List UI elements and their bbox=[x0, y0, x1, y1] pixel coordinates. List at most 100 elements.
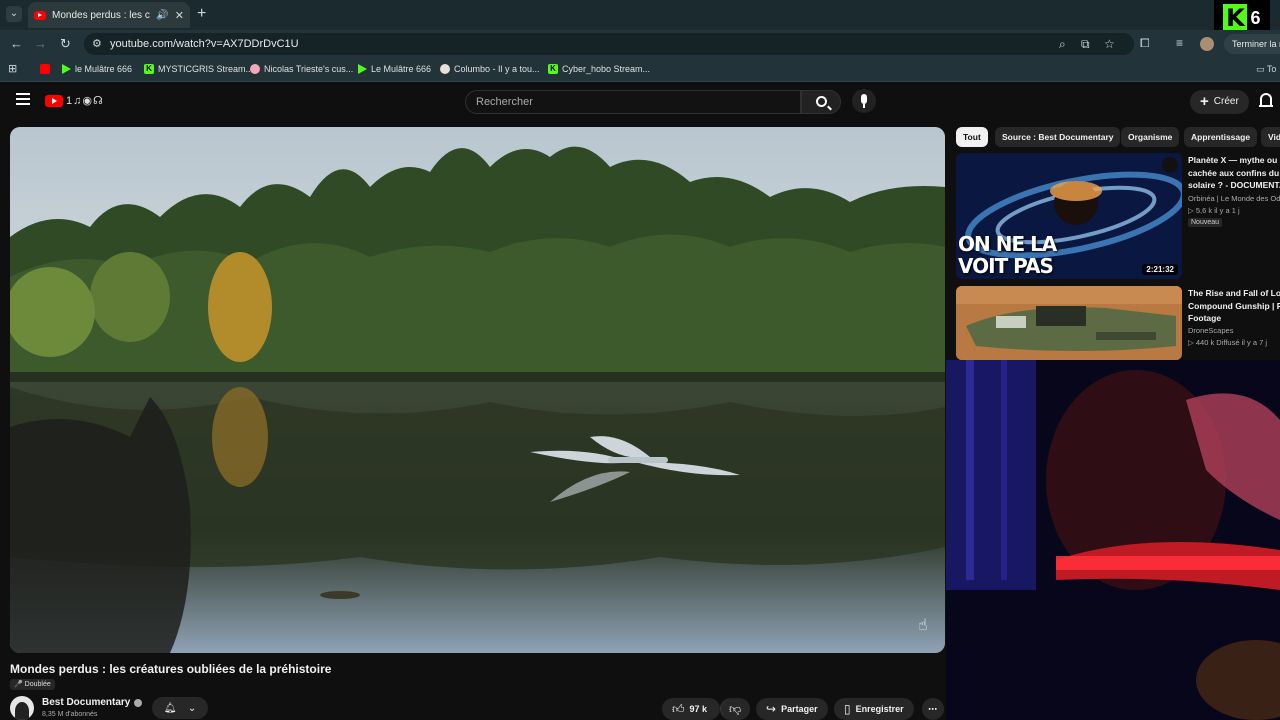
youtube-icon bbox=[40, 64, 50, 74]
site-info-icon[interactable]: ⚙ bbox=[92, 37, 102, 50]
install-app-icon[interactable]: ⧉ bbox=[1081, 37, 1090, 52]
bookmark-star-icon[interactable]: ☆ bbox=[1104, 37, 1115, 51]
subscriber-count: 8,35 M d'abonnés bbox=[42, 711, 98, 718]
browser-tab-bar: ⌄ Mondes perdus : les créatures oubliées… bbox=[0, 0, 1280, 36]
chip-video[interactable]: Vid bbox=[1261, 127, 1280, 147]
new-badge: Nouveau bbox=[1188, 218, 1223, 227]
notifications-bell-icon[interactable] bbox=[1259, 93, 1273, 107]
thumbnail-text-line-1: ON NE LA bbox=[958, 232, 1057, 256]
like-button[interactable]: 👍︎ 97 k bbox=[662, 698, 720, 720]
circle-icon bbox=[440, 64, 450, 74]
bookmarks-folder[interactable]: ▭ To bbox=[1256, 64, 1276, 75]
thumbs-up-icon: 👍︎ bbox=[672, 701, 685, 716]
rec1-title-line-3: solaire ? - DOCUMENTA bbox=[1188, 180, 1280, 190]
youtube-doodle-icon[interactable]: 1♫◉☊ bbox=[66, 94, 104, 107]
bookmark-label: Columbo - Il y a tou... bbox=[454, 64, 540, 74]
speaker-icon[interactable]: 🔊 bbox=[156, 10, 168, 21]
channel-name-text: Best Documentary bbox=[42, 697, 131, 708]
play-icon bbox=[358, 64, 367, 74]
dislike-button[interactable]: 👎︎ bbox=[720, 698, 750, 720]
search-input[interactable]: Rechercher bbox=[465, 90, 801, 114]
bookmark-item[interactable]: le Mulâtre 666 bbox=[62, 64, 132, 74]
bookmark-item[interactable]: K MYSTICGRIS Stream... bbox=[144, 64, 253, 74]
bookmark-item[interactable]: Nicolas Trieste's cus... bbox=[250, 64, 353, 74]
reload-icon[interactable]: ↻ bbox=[60, 36, 71, 52]
more-actions-button[interactable]: ⋯ bbox=[922, 698, 944, 720]
create-button[interactable]: + Créer bbox=[1190, 90, 1249, 114]
bookmark-icon: ▯ bbox=[844, 702, 851, 716]
share-button[interactable]: ↪ Partager bbox=[756, 698, 828, 720]
profile-avatar[interactable] bbox=[1200, 37, 1214, 51]
address-bar[interactable]: ⚙ youtube.com/watch?v=AX7DDrDvC1U ⌕ ⧉ ☆ bbox=[84, 33, 1134, 55]
channel-avatar[interactable] bbox=[10, 696, 34, 720]
search-button[interactable] bbox=[801, 90, 841, 114]
hand-cursor-icon: ☝ bbox=[918, 617, 928, 634]
more-dots-icon: ⋯ bbox=[928, 703, 937, 714]
video-frame-image bbox=[10, 127, 945, 653]
recommendation-channel-2[interactable]: DroneScapes bbox=[1188, 326, 1280, 335]
share-label: Partager bbox=[781, 704, 818, 714]
bookmark-item[interactable]: Columbo - Il y a tou... bbox=[440, 64, 540, 74]
chip-source-best-documentary[interactable]: Source : Best Documentary bbox=[995, 127, 1121, 147]
recommendation-title-2[interactable]: The Rise and Fall of Loc Compound Gunshi… bbox=[1188, 287, 1280, 325]
browser-tab-active[interactable]: Mondes perdus : les créatures oubliées d… bbox=[28, 2, 190, 28]
zoom-icon[interactable]: ⌕ bbox=[1059, 37, 1066, 52]
recommendation-stats-2: ▷ 440 k Diffusé il y a 7 j bbox=[1188, 338, 1267, 347]
dubbed-label: Doublée bbox=[24, 681, 51, 688]
recommendation-thumbnail-2[interactable] bbox=[956, 286, 1182, 360]
forward-arrow-icon[interactable]: → bbox=[34, 36, 47, 51]
youtube-logo-icon[interactable] bbox=[45, 95, 63, 107]
youtube-favicon-icon bbox=[34, 10, 46, 20]
thumbs-down-icon: 👎︎ bbox=[729, 701, 742, 716]
video-player[interactable]: ☝ bbox=[10, 127, 945, 653]
webcam-overlay bbox=[946, 360, 1280, 720]
tab-search-chevron-icon[interactable]: ⌄ bbox=[6, 6, 22, 22]
gunship-thumbnail-image bbox=[956, 286, 1182, 360]
back-arrow-icon[interactable]: ← bbox=[10, 36, 23, 51]
browser-toolbar: ← → ↻ ⚙ youtube.com/watch?v=AX7DDrDvC1U … bbox=[0, 30, 1280, 58]
video-title: Mondes perdus : les créatures oubliées d… bbox=[10, 662, 332, 676]
new-tab-plus-icon[interactable]: + bbox=[197, 5, 206, 23]
dubbed-badge: 🎤 Doublée bbox=[10, 679, 55, 690]
media-control-icon[interactable]: ≡ bbox=[1176, 36, 1183, 50]
chevron-down-icon: ⌄ bbox=[187, 702, 197, 714]
kick-logo-icon: K bbox=[1223, 4, 1248, 32]
youtube-masthead: 1♫◉☊ Rechercher + Créer bbox=[0, 83, 1280, 121]
close-tab-icon[interactable]: ✕ bbox=[175, 9, 184, 22]
like-count: 97 k bbox=[689, 704, 708, 714]
chip-apprentissage[interactable]: Apprentissage bbox=[1184, 127, 1258, 147]
recommendation-thumbnail-1[interactable]: ON NE LA VOIT PAS 2:21:32 bbox=[956, 153, 1182, 279]
thumbnail-overlay-text: ON NE LA VOIT PAS bbox=[958, 232, 1057, 278]
bookmark-item[interactable]: Le Mulâtre 666 bbox=[358, 64, 431, 74]
share-arrow-icon: ↪ bbox=[766, 702, 777, 716]
kick-icon: K bbox=[548, 64, 558, 74]
extensions-puzzle-icon[interactable]: ⧠ bbox=[1140, 36, 1150, 51]
bookmarks-folder-label: To bbox=[1266, 64, 1277, 74]
bookmark-label: Le Mulâtre 666 bbox=[371, 64, 432, 74]
screen: ⌄ Mondes perdus : les créatures oubliées… bbox=[0, 0, 1280, 720]
save-button[interactable]: ▯ Enregistrer bbox=[834, 698, 914, 720]
rec1-title-line-2: cachée aux confins du s bbox=[1188, 167, 1280, 178]
recommendation-channel-1[interactable]: Orbinéa | Le Monde des Ody bbox=[1188, 194, 1280, 203]
menu-hamburger-icon[interactable] bbox=[16, 93, 30, 105]
subscription-bell-button[interactable]: 🔔︎ ⌄ bbox=[152, 697, 208, 719]
bookmark-item[interactable] bbox=[40, 64, 50, 74]
webcam-feed-image bbox=[946, 360, 1280, 720]
rec2-title-line-1: The Rise and Fall of Loc bbox=[1188, 288, 1280, 298]
recommendation-title-1[interactable]: Planète X — mythe ou ré cachée aux confi… bbox=[1188, 154, 1280, 192]
play-icon bbox=[62, 64, 71, 74]
bookmark-item[interactable]: K Cyber_hobo Stream... bbox=[548, 64, 650, 74]
bookmark-label: MYSTICGRIS Stream... bbox=[158, 64, 254, 74]
profile-menu-button[interactable]: Terminer la m bbox=[1224, 34, 1280, 54]
channel-name[interactable]: Best Documentary bbox=[42, 697, 143, 708]
thumbnail-text-line-2: VOIT PAS bbox=[958, 254, 1054, 278]
kick-icon: K bbox=[144, 64, 154, 74]
apps-grid-icon[interactable]: ⊞ bbox=[8, 62, 17, 75]
chip-organisme[interactable]: Organisme bbox=[1121, 127, 1180, 147]
pig-icon bbox=[250, 64, 260, 74]
bookmark-label: Cyber_hobo Stream... bbox=[562, 64, 651, 74]
tab-title: Mondes perdus : les créatures oubliées d… bbox=[52, 9, 150, 21]
kick-badge-number: 6 bbox=[1250, 7, 1261, 28]
chip-tout[interactable]: Tout bbox=[956, 127, 988, 147]
voice-search-mic-icon[interactable] bbox=[852, 89, 876, 113]
